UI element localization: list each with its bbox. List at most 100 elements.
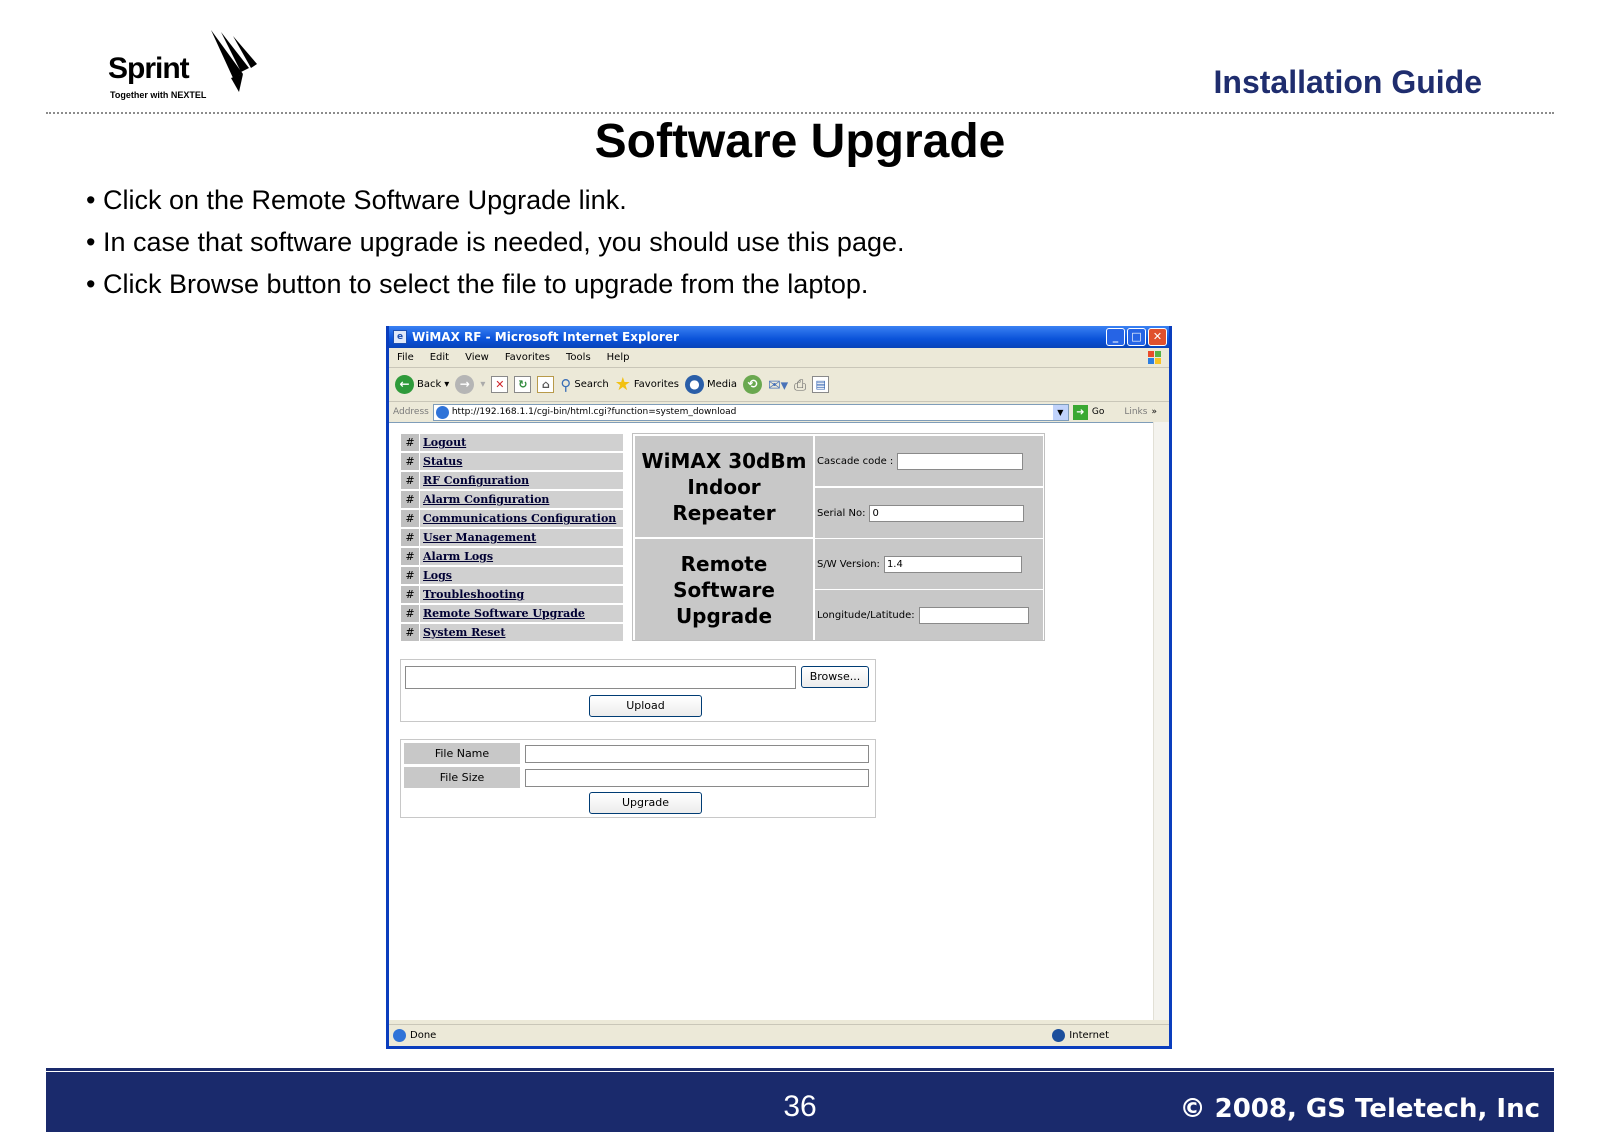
nav-item-alarm-logs[interactable]: # Alarm Logs: [400, 547, 624, 566]
upload-button[interactable]: Upload: [589, 695, 702, 717]
device-info-panel: WiMAX 30dBm Indoor Repeater Remote Softwa…: [632, 433, 1045, 641]
nav-item-communications-configuration[interactable]: # Communications Configuration: [400, 509, 624, 528]
nav-item-user-management[interactable]: # User Management: [400, 528, 624, 547]
longitude-latitude-row: Longitude/Latitude:: [815, 590, 1043, 640]
nav-item-rf-configuration[interactable]: # RF Configuration: [400, 471, 624, 490]
status-bar: Done Internet: [389, 1024, 1169, 1046]
file-name-field[interactable]: [525, 745, 869, 763]
nav-link[interactable]: RF Configuration: [420, 472, 529, 489]
globe-icon: [1052, 1029, 1066, 1042]
go-arrow-icon[interactable]: ➜: [1072, 404, 1088, 420]
standard-toolbar: ← Back ▾ → ▾ ✕ ↻ ⌂ ⚲ Search ★ Favorites …: [389, 368, 1169, 402]
refresh-button[interactable]: ↻: [514, 376, 532, 393]
section-title: Remote Software Upgrade: [635, 539, 813, 640]
browser-window: e WiMAX RF - Microsoft Internet Explorer…: [386, 326, 1172, 1049]
mail-button[interactable]: ✉▾: [768, 376, 788, 394]
slide-title: Software Upgrade: [594, 115, 1006, 168]
side-navigation: # Logout # Status # RF Configuration # Alarm…: [400, 433, 624, 642]
address-input[interactable]: http://192.168.1.1/cgi-bin/html.cgi?func…: [432, 403, 1069, 421]
nav-item-system-reset[interactable]: # System Reset: [400, 623, 624, 642]
links-button[interactable]: Links: [1124, 407, 1147, 417]
file-path-input[interactable]: [405, 666, 796, 689]
menu-help[interactable]: Help: [607, 352, 630, 363]
cascade-code-label: Cascade code :: [817, 455, 894, 467]
menu-file[interactable]: File: [397, 352, 414, 363]
close-button[interactable]: ✕: [1148, 328, 1167, 346]
menu-tools[interactable]: Tools: [566, 352, 591, 363]
chevron-down-icon[interactable]: ▼: [1052, 404, 1068, 420]
instruction-list: • Click on the Remote Software Upgrade l…: [86, 184, 905, 310]
back-button[interactable]: ← Back ▾: [395, 375, 449, 394]
nav-item-remote-software-upgrade[interactable]: # Remote Software Upgrade: [400, 604, 624, 623]
nav-link[interactable]: Alarm Configuration: [420, 491, 549, 508]
history-button[interactable]: ⟲: [743, 375, 763, 394]
stop-button[interactable]: ✕: [491, 376, 509, 393]
sw-version-label: S/W Version:: [817, 558, 880, 570]
address-url: http://192.168.1.1/cgi-bin/html.cgi?func…: [451, 407, 737, 417]
media-globe-icon: ●: [685, 375, 705, 394]
logo-wordmark: Sprint: [108, 52, 190, 85]
instruction-item: • In case that software upgrade is neede…: [86, 227, 905, 257]
forward-button[interactable]: →: [455, 375, 475, 394]
nav-link[interactable]: System Reset: [420, 624, 506, 641]
longitude-latitude-field[interactable]: [918, 606, 1029, 624]
star-icon: ★: [614, 374, 631, 395]
nav-marker: #: [401, 453, 420, 470]
chevron-right-icon[interactable]: »: [1151, 407, 1157, 417]
sw-version-field[interactable]: 1.4: [883, 555, 1022, 573]
cascade-code-field[interactable]: [897, 452, 1024, 470]
longitude-latitude-label: Longitude/Latitude:: [817, 609, 915, 621]
zone-text: Internet: [1069, 1030, 1109, 1041]
nav-item-logout[interactable]: # Logout: [400, 433, 624, 452]
maximize-button[interactable]: □: [1127, 328, 1146, 346]
sprint-logo: Sprint Together with NEXTEL: [108, 28, 268, 108]
nav-marker: #: [401, 605, 420, 622]
print-button[interactable]: ⎙: [794, 376, 806, 394]
nav-link[interactable]: User Management: [420, 529, 536, 546]
search-button[interactable]: ⚲ Search: [560, 376, 608, 394]
go-button[interactable]: Go: [1092, 407, 1104, 417]
minimize-button[interactable]: _: [1106, 328, 1125, 346]
ie-page-icon: [393, 1029, 406, 1042]
file-size-field[interactable]: [525, 769, 869, 787]
nav-item-troubleshooting[interactable]: # Troubleshooting: [400, 585, 624, 604]
back-label: Back: [417, 379, 442, 390]
nav-item-logs[interactable]: # Logs: [400, 566, 624, 585]
favorites-label: Favorites: [633, 379, 680, 390]
serial-number-row: Serial No: 0: [815, 488, 1043, 538]
nav-link[interactable]: Status: [420, 453, 462, 470]
instruction-item: • Click Browse button to select the file…: [86, 269, 869, 299]
window-title: WiMAX RF - Microsoft Internet Explorer: [412, 330, 679, 344]
nav-link[interactable]: Logs: [420, 567, 452, 584]
nav-marker: #: [401, 529, 420, 546]
menu-favorites[interactable]: Favorites: [505, 352, 550, 363]
menu-bar: File Edit View Favorites Tools Help: [389, 348, 1169, 368]
instruction-item: • Click on the Remote Software Upgrade l…: [86, 185, 627, 215]
nav-link[interactable]: Communications Configuration: [420, 510, 616, 527]
ie-page-icon: e: [393, 330, 407, 344]
home-button[interactable]: ⌂: [537, 376, 555, 393]
file-size-label: File Size: [404, 767, 520, 788]
serial-number-field[interactable]: 0: [869, 504, 1025, 522]
upgrade-button[interactable]: Upgrade: [589, 792, 702, 814]
nav-link[interactable]: Troubleshooting: [420, 586, 524, 603]
nav-link[interactable]: Alarm Logs: [420, 548, 493, 565]
menu-view[interactable]: View: [465, 352, 489, 363]
nav-item-status[interactable]: # Status: [400, 452, 624, 471]
window-titlebar[interactable]: e WiMAX RF - Microsoft Internet Explorer…: [389, 326, 1169, 348]
address-label: Address: [393, 407, 429, 417]
browse-button[interactable]: Browse...: [801, 666, 869, 688]
favorites-button[interactable]: ★ Favorites: [615, 374, 679, 395]
nav-link[interactable]: Logout: [420, 434, 466, 451]
vertical-scrollbar[interactable]: [1153, 422, 1169, 1020]
nav-marker: #: [401, 491, 420, 508]
file-name-label: File Name: [404, 743, 520, 764]
menu-edit[interactable]: Edit: [430, 352, 449, 363]
edit-button[interactable]: ▤: [812, 376, 830, 393]
search-icon: ⚲: [560, 375, 572, 394]
nav-link[interactable]: Remote Software Upgrade: [420, 605, 585, 622]
chevron-down-icon: ▾: [444, 379, 450, 390]
media-button[interactable]: ● Media: [685, 375, 737, 394]
nav-item-alarm-configuration[interactable]: # Alarm Configuration: [400, 490, 624, 509]
sprint-wing-icon: [211, 30, 257, 92]
